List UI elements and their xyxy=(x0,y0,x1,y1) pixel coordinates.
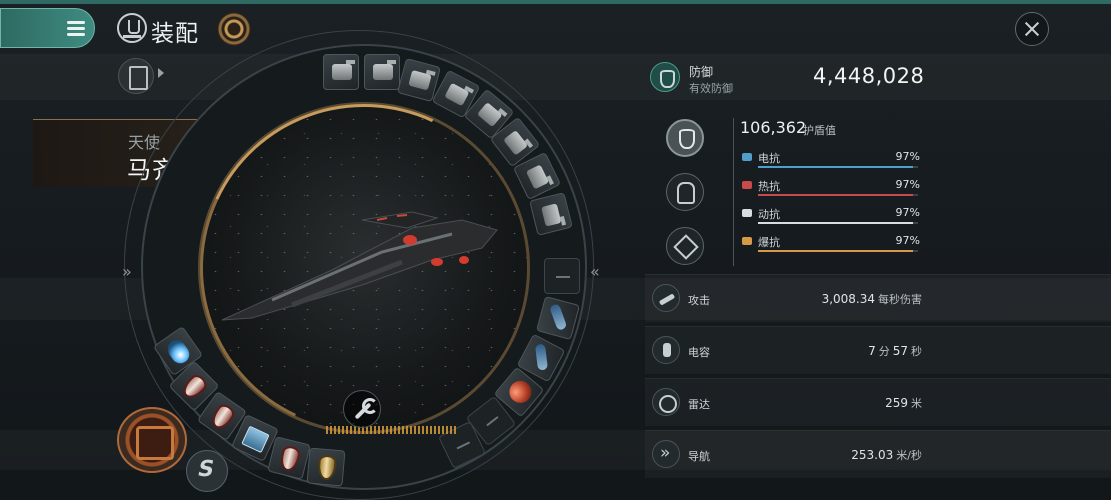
defense-value: 4,448,028 xyxy=(813,64,925,88)
turret-icon xyxy=(332,60,355,80)
turret-icon xyxy=(408,69,432,91)
divider xyxy=(733,118,734,266)
navigation-value: 253.03 米/秒 xyxy=(851,448,922,462)
defense-subtitle: 有效防御 xyxy=(689,82,733,95)
background-band xyxy=(0,54,1111,100)
resist-bar xyxy=(758,250,918,252)
mid-slot-empty[interactable] xyxy=(544,258,580,294)
caret-right-icon xyxy=(158,68,164,78)
resist-row-explosive: 爆抗 97% xyxy=(742,234,920,258)
high-slot[interactable] xyxy=(364,54,400,90)
attack-value: 3,008.34 每秒伤害 xyxy=(821,292,922,306)
shield-module-icon xyxy=(207,401,238,433)
resist-bar xyxy=(758,166,918,168)
resist-pct: 97% xyxy=(895,234,920,247)
capacitor-value: 7 分 57 秒 xyxy=(868,344,922,358)
resist-bar xyxy=(758,194,918,196)
energy-module-icon xyxy=(164,336,193,367)
resist-label: 动抗 xyxy=(758,208,780,221)
kinetic-resist-icon xyxy=(742,209,752,217)
fitting-progress-bar xyxy=(326,426,458,434)
cube-module-icon xyxy=(241,425,270,454)
turret-icon xyxy=(444,82,470,107)
gold-shield-module-icon xyxy=(316,454,338,481)
turret-icon xyxy=(541,203,562,227)
empty-slot-dash xyxy=(486,416,499,427)
resist-row-kinetic: 动抗 97% xyxy=(742,206,920,230)
em-resist-icon xyxy=(742,153,752,161)
cannon-icon xyxy=(534,343,549,371)
resist-row-thermal: 热抗 97% xyxy=(742,178,920,202)
resist-bar xyxy=(758,222,918,224)
thermal-resist-icon xyxy=(742,181,752,189)
turret-icon xyxy=(503,129,529,156)
turret-icon xyxy=(476,102,503,128)
defense-shield-icon xyxy=(650,62,680,92)
capacitor-label: 电容 xyxy=(688,346,710,359)
top-accent-line xyxy=(0,0,1111,4)
navigation-icon xyxy=(652,440,680,468)
swap-icon[interactable] xyxy=(186,450,228,492)
close-button[interactable] xyxy=(1015,12,1049,46)
shield-tab-icon[interactable] xyxy=(666,119,704,157)
page-title: 装配 xyxy=(151,21,199,47)
menu-button[interactable] xyxy=(0,8,95,48)
fitting-icon xyxy=(117,13,147,43)
capacitor-icon xyxy=(652,336,680,364)
low-slot[interactable] xyxy=(306,447,346,487)
rotate-right-chevron[interactable]: « xyxy=(590,262,600,281)
navigation-label: 导航 xyxy=(688,450,710,463)
attack-label: 攻击 xyxy=(688,294,710,307)
resist-row-em: 电抗 97% xyxy=(742,150,920,174)
explosive-resist-icon xyxy=(742,237,752,245)
turret-icon xyxy=(373,60,396,80)
shield-module-icon xyxy=(179,371,210,403)
hull-tab-icon[interactable] xyxy=(666,227,704,265)
stat-row-radar[interactable] xyxy=(645,378,1111,426)
high-slot[interactable] xyxy=(323,54,359,90)
ship-skin-button[interactable] xyxy=(217,12,251,46)
rotate-left-chevron[interactable]: » xyxy=(122,262,132,281)
radar-value: 259 米 xyxy=(885,396,922,410)
defense-title: 防御 xyxy=(689,65,714,79)
shield-module-icon xyxy=(278,444,302,474)
rig-slot[interactable] xyxy=(117,407,187,473)
empty-slot-dash xyxy=(556,276,570,278)
attack-icon xyxy=(652,284,680,312)
hamburger-menu-icon xyxy=(67,21,85,36)
resist-pct: 97% xyxy=(895,150,920,163)
resist-pct: 97% xyxy=(895,178,920,191)
resist-label: 热抗 xyxy=(758,180,780,193)
red-orb-icon xyxy=(504,376,536,408)
radar-icon xyxy=(652,388,680,416)
turret-icon xyxy=(525,164,550,190)
resist-label: 电抗 xyxy=(758,152,780,165)
armor-tab-icon[interactable] xyxy=(666,173,704,211)
resist-pct: 97% xyxy=(895,206,920,219)
empty-slot-dash xyxy=(456,441,471,450)
shield-value: 106,362 xyxy=(740,118,807,137)
shield-unit: 护盾值 xyxy=(803,124,836,137)
resist-label: 爆抗 xyxy=(758,236,780,249)
radar-label: 雷达 xyxy=(688,398,710,411)
clipboard-settings-icon[interactable] xyxy=(118,58,154,94)
cannon-icon xyxy=(549,303,568,331)
wrench-icon[interactable] xyxy=(343,390,381,428)
ship-model xyxy=(221,211,498,321)
